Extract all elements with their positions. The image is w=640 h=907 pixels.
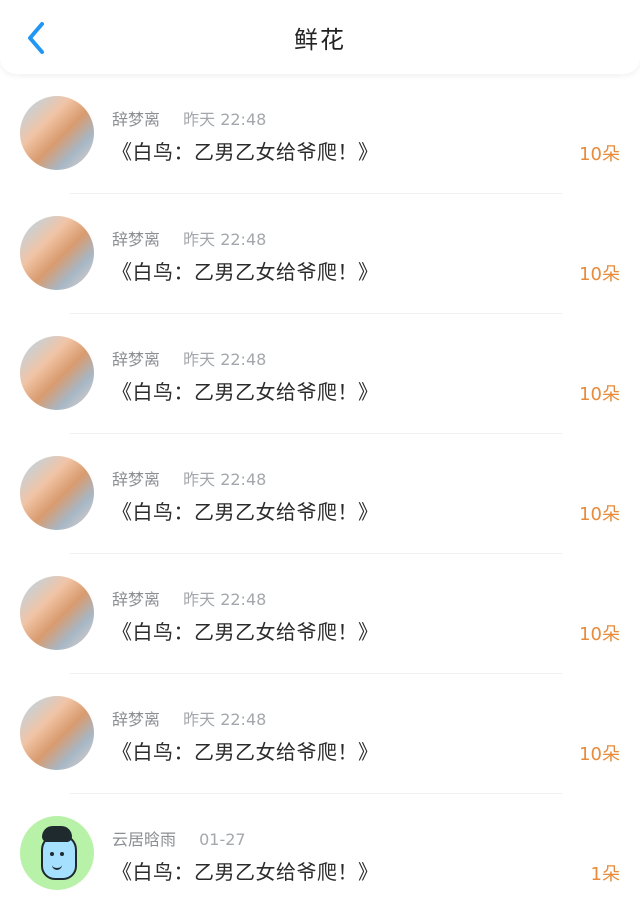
- flower-count: 10朵: [579, 624, 620, 645]
- page-title: 鲜花: [294, 26, 346, 54]
- flower-count: 10朵: [579, 384, 620, 405]
- avatar[interactable]: [20, 696, 94, 770]
- list-item[interactable]: 辞梦离 昨天 22:48 《白鸟：乙男乙女给爷爬！》 10朵: [0, 74, 640, 194]
- timestamp: 昨天 22:48: [183, 710, 267, 729]
- top-bar: 鲜花: [0, 0, 640, 74]
- list-item[interactable]: 云居晗雨 01-27 《白鸟：乙男乙女给爷爬！》 1朵: [0, 794, 640, 907]
- flower-count: 10朵: [579, 264, 620, 285]
- book-title[interactable]: 《白鸟：乙男乙女给爷爬！》: [112, 256, 379, 285]
- user-name[interactable]: 辞梦离: [112, 470, 160, 489]
- user-name[interactable]: 辞梦离: [112, 590, 160, 609]
- avatar[interactable]: [20, 216, 94, 290]
- flower-count: 10朵: [579, 144, 620, 165]
- book-title[interactable]: 《白鸟：乙男乙女给爷爬！》: [112, 736, 379, 765]
- item-meta: 辞梦离 昨天 22:48: [112, 706, 266, 730]
- user-name[interactable]: 云居晗雨: [112, 830, 176, 849]
- flower-count: 10朵: [579, 504, 620, 525]
- book-title[interactable]: 《白鸟：乙男乙女给爷爬！》: [112, 856, 379, 885]
- book-title[interactable]: 《白鸟：乙男乙女给爷爬！》: [112, 136, 379, 165]
- timestamp: 昨天 22:48: [183, 350, 267, 369]
- book-title[interactable]: 《白鸟：乙男乙女给爷爬！》: [112, 376, 379, 405]
- list-item[interactable]: 辞梦离 昨天 22:48 《白鸟：乙男乙女给爷爬！》 10朵: [0, 314, 640, 434]
- avatar[interactable]: [20, 336, 94, 410]
- eye-shape: [60, 852, 64, 856]
- book-title[interactable]: 《白鸟：乙男乙女给爷爬！》: [112, 496, 379, 525]
- list-item[interactable]: 辞梦离 昨天 22:48 《白鸟：乙男乙女给爷爬！》 10朵: [0, 554, 640, 674]
- user-name[interactable]: 辞梦离: [112, 710, 160, 729]
- user-name[interactable]: 辞梦离: [112, 110, 160, 129]
- item-meta: 辞梦离 昨天 22:48: [112, 226, 266, 250]
- avatar[interactable]: [20, 576, 94, 650]
- flower-list: 辞梦离 昨天 22:48 《白鸟：乙男乙女给爷爬！》 10朵 辞梦离 昨天 22…: [0, 74, 640, 907]
- timestamp: 昨天 22:48: [183, 590, 267, 609]
- list-item[interactable]: 辞梦离 昨天 22:48 《白鸟：乙男乙女给爷爬！》 10朵: [0, 434, 640, 554]
- eye-shape: [50, 852, 54, 856]
- flower-count: 10朵: [579, 744, 620, 765]
- timestamp: 昨天 22:48: [183, 470, 267, 489]
- book-title[interactable]: 《白鸟：乙男乙女给爷爬！》: [112, 616, 379, 645]
- flowers-page: 鲜花 辞梦离 昨天 22:48 《白鸟：乙男乙女给爷爬！》 10朵 辞梦离 昨天…: [0, 0, 640, 907]
- timestamp: 昨天 22:48: [183, 110, 267, 129]
- flower-count: 1朵: [590, 864, 620, 885]
- item-meta: 辞梦离 昨天 22:48: [112, 106, 266, 130]
- avatar[interactable]: [20, 456, 94, 530]
- hair-shape: [42, 826, 72, 842]
- avatar[interactable]: [20, 816, 94, 890]
- timestamp: 01-27: [199, 830, 246, 849]
- list-item[interactable]: 辞梦离 昨天 22:48 《白鸟：乙男乙女给爷爬！》 10朵: [0, 194, 640, 314]
- user-name[interactable]: 辞梦离: [112, 350, 160, 369]
- list-item[interactable]: 辞梦离 昨天 22:48 《白鸟：乙男乙女给爷爬！》 10朵: [0, 674, 640, 794]
- user-name[interactable]: 辞梦离: [112, 230, 160, 249]
- item-meta: 辞梦离 昨天 22:48: [112, 466, 266, 490]
- item-meta: 辞梦离 昨天 22:48: [112, 586, 266, 610]
- item-meta: 云居晗雨 01-27: [112, 826, 246, 850]
- item-meta: 辞梦离 昨天 22:48: [112, 346, 266, 370]
- timestamp: 昨天 22:48: [183, 230, 267, 249]
- avatar[interactable]: [20, 96, 94, 170]
